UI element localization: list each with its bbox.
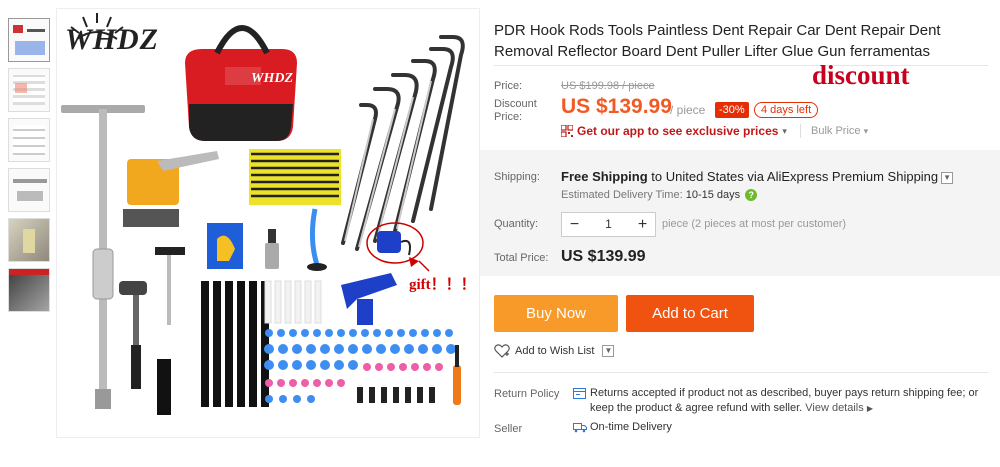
product-title: PDR Hook Rods Tools Paintless Dent Repai…: [494, 22, 941, 60]
shipping-label: Shipping:: [494, 171, 540, 183]
buy-now-button[interactable]: Buy Now: [494, 295, 618, 332]
bag-brand-logo: WHDZ: [251, 71, 293, 86]
title-divider: [494, 65, 988, 66]
quantity-input[interactable]: 1: [587, 213, 630, 236]
original-price: US $199.98 / piece: [561, 80, 655, 92]
days-left-badge: 4 days left: [754, 102, 819, 118]
free-shipping-text: Free Shipping: [561, 169, 648, 184]
seller-delivery-text: On-time Delivery: [590, 421, 672, 433]
chevron-down-icon[interactable]: ▼: [602, 345, 615, 357]
qr-code-icon: [561, 125, 573, 137]
seller-label: Seller: [494, 423, 523, 435]
percent-off-badge: -30%: [715, 102, 749, 118]
thumbnail-1[interactable]: [8, 18, 50, 62]
return-policy-description: Returns accepted if product not as descr…: [590, 387, 979, 414]
bulk-price-text: Bulk Price: [811, 125, 861, 137]
quantity-stepper: − 1 +: [561, 212, 656, 237]
thumbnail-strip: [8, 18, 52, 318]
add-to-wishlist-link[interactable]: Add to Wish List ▼: [494, 344, 615, 358]
main-product-image[interactable]: WHDZ WHDZ gift！！！: [56, 8, 480, 438]
quantity-label: Quantity:: [494, 218, 539, 230]
promo-separator: [800, 124, 801, 138]
product-page: WHDZ WHDZ gift！！！ PDR Hook Rods Tools Pa…: [0, 0, 1000, 467]
view-details-link[interactable]: View details ▶: [805, 402, 873, 414]
shipping-option[interactable]: Free Shipping to United States via AliEx…: [561, 169, 954, 184]
thumbnail-4[interactable]: [8, 168, 50, 212]
heart-icon: [494, 344, 510, 358]
quantity-note: piece (2 pieces at most per customer): [662, 218, 847, 230]
return-policy-label: Return Policy: [494, 388, 560, 400]
decrease-quantity-button[interactable]: −: [562, 213, 587, 236]
total-price-label: Total Price:: [494, 252, 549, 264]
estimate-value: 10-15 days: [685, 189, 741, 201]
price-label: Price:: [494, 80, 523, 92]
app-promo-text: Get our app to see exclusive prices: [577, 124, 779, 138]
discount-price: US $139.99: [561, 95, 672, 118]
help-icon[interactable]: ?: [745, 189, 758, 202]
estimate-label: Estimated Delivery Time:: [561, 189, 683, 201]
delivery-truck-icon: [573, 423, 587, 433]
bulk-price-link[interactable]: Bulk Price ▾: [811, 125, 868, 137]
per-unit: / piece: [670, 103, 706, 117]
wishlist-text: Add to Wish List: [515, 345, 595, 357]
chevron-down-icon: ▾: [782, 125, 787, 136]
add-to-cart-button[interactable]: Add to Cart: [626, 295, 754, 332]
thumbnail-2[interactable]: [8, 68, 50, 112]
app-promo-link[interactable]: Get our app to see exclusive prices ▾: [561, 124, 787, 138]
shipping-destination: to United States via AliExpress Premium …: [647, 169, 939, 184]
delivery-estimate: Estimated Delivery Time: 10-15 days ?: [561, 189, 758, 202]
discount-price-label: Discount Price:: [494, 98, 537, 123]
gift-annotation: gift！！！: [409, 277, 476, 293]
return-policy-text: Returns accepted if product not as descr…: [590, 386, 990, 416]
actions-divider: [494, 372, 988, 373]
chevron-down-icon[interactable]: ▼: [941, 171, 954, 184]
total-price: US $139.99: [561, 248, 646, 265]
increase-quantity-button[interactable]: +: [630, 213, 655, 236]
view-details-text: View details: [805, 402, 864, 414]
caret-right-icon: ▶: [866, 404, 873, 413]
thumbnail-3[interactable]: [8, 118, 50, 162]
thumbnail-6[interactable]: [8, 268, 50, 312]
thumbnail-5[interactable]: [8, 218, 50, 262]
chevron-down-icon: ▾: [863, 126, 869, 136]
return-box-icon: [573, 388, 586, 399]
discount-annotation: discount: [812, 60, 910, 90]
